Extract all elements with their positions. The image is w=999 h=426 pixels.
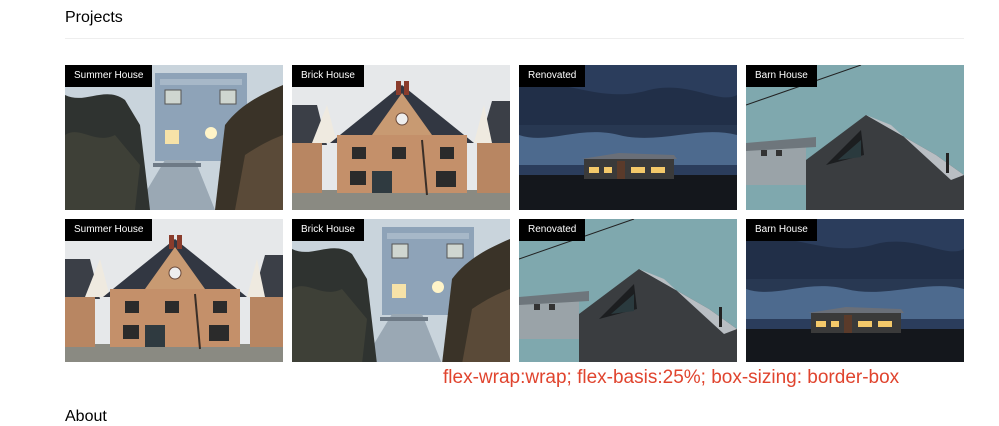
project-card[interactable]: Renovated	[519, 65, 737, 210]
project-card[interactable]: Brick House	[292, 65, 510, 210]
project-label: Brick House	[292, 219, 364, 241]
section-heading-about: About	[65, 408, 107, 425]
project-card[interactable]: Summer House	[65, 65, 283, 210]
project-label: Brick House	[292, 65, 364, 87]
project-card[interactable]: Brick House	[292, 219, 510, 362]
project-label: Renovated	[519, 65, 586, 87]
project-label: Barn House	[746, 65, 817, 87]
project-label: Renovated	[519, 219, 586, 241]
page-title: Projects	[65, 9, 123, 26]
project-card[interactable]: Barn House	[746, 65, 964, 210]
project-card[interactable]: Renovated	[519, 219, 737, 362]
project-label: Summer House	[65, 219, 153, 241]
project-label: Summer House	[65, 65, 153, 87]
project-card[interactable]: Barn House	[746, 219, 964, 362]
divider	[65, 38, 964, 39]
project-card[interactable]: Summer House	[65, 219, 283, 362]
project-label: Barn House	[746, 219, 817, 241]
css-annotation: flex-wrap:wrap; flex-basis:25%; box-sizi…	[443, 367, 900, 388]
